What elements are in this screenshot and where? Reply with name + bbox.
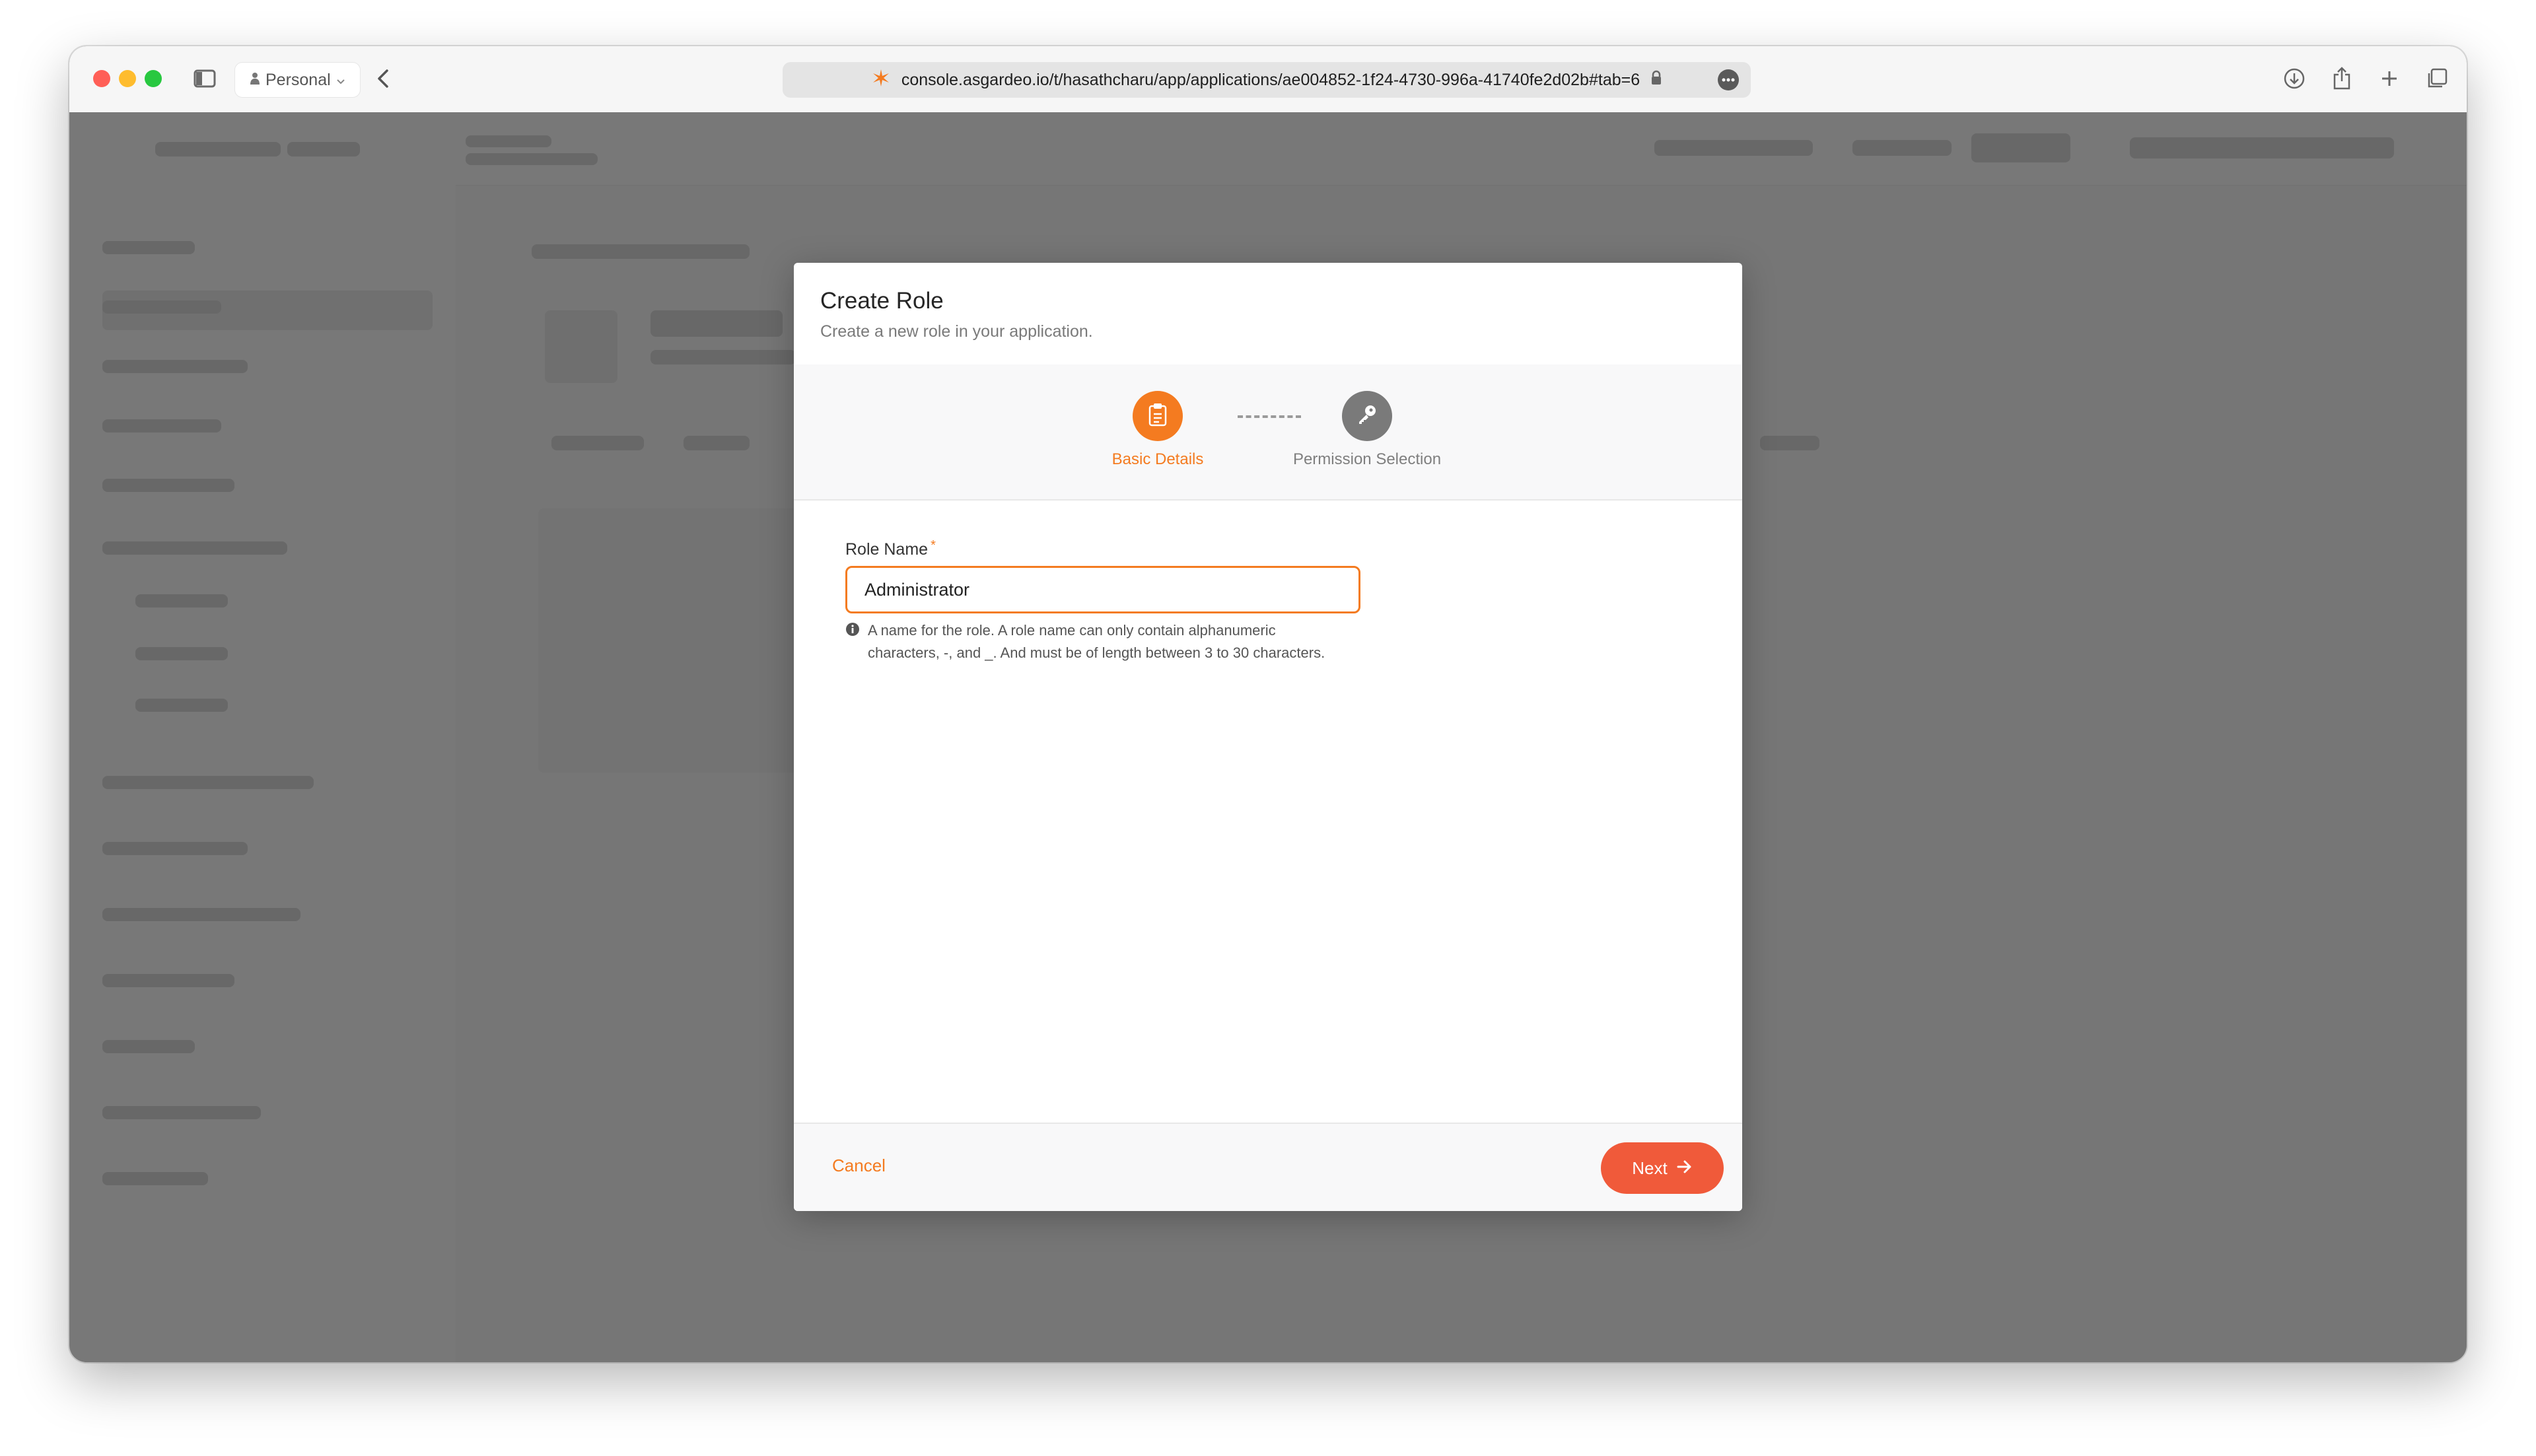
role-name-hint-text: A name for the role. A role name can onl… bbox=[868, 622, 1325, 661]
next-button-label: Next bbox=[1632, 1158, 1668, 1178]
share-icon[interactable] bbox=[2327, 63, 2357, 94]
wizard-steps: Basic Details Permission Selection bbox=[794, 364, 1742, 501]
profile-label: Personal bbox=[265, 70, 331, 89]
back-icon[interactable] bbox=[368, 63, 398, 94]
close-window-button[interactable] bbox=[93, 70, 110, 87]
key-icon bbox=[1355, 403, 1379, 430]
address-bar[interactable]: console.asgardeo.io/t/hasathcharu/app/ap… bbox=[783, 62, 1751, 98]
url-text: console.asgardeo.io/t/hasathcharu/app/ap… bbox=[901, 70, 1640, 89]
clipboard-icon bbox=[1147, 402, 1168, 431]
next-button[interactable]: Next bbox=[1601, 1142, 1724, 1194]
tab-overview-icon[interactable] bbox=[2422, 63, 2452, 94]
browser-toolbar: Personal console.asgardeo.io/t/hasathcha… bbox=[69, 46, 2467, 114]
profile-selector[interactable]: Personal bbox=[234, 62, 361, 98]
dialog-footer: Cancel Next bbox=[794, 1123, 1742, 1211]
maximize-window-button[interactable] bbox=[145, 70, 162, 87]
browser-window: Personal console.asgardeo.io/t/hasathcha… bbox=[69, 46, 2467, 1362]
chevron-down-icon bbox=[336, 71, 345, 90]
dialog-header: Create Role Create a new role in your ap… bbox=[794, 263, 1742, 366]
person-icon bbox=[250, 71, 260, 90]
step-permission-selection-label: Permission Selection bbox=[1292, 450, 1442, 468]
new-tab-icon[interactable] bbox=[2374, 63, 2405, 94]
step-connector bbox=[1238, 415, 1301, 418]
lock-icon bbox=[1650, 70, 1662, 90]
role-name-hint: A name for the role. A role name can onl… bbox=[845, 619, 1347, 664]
required-mark: * bbox=[931, 538, 936, 553]
role-name-label-text: Role Name bbox=[845, 540, 929, 559]
site-favicon-icon bbox=[871, 68, 891, 92]
step-basic-details[interactable] bbox=[1133, 391, 1183, 441]
more-options-icon[interactable] bbox=[1718, 69, 1739, 90]
cancel-button[interactable]: Cancel bbox=[832, 1156, 886, 1176]
role-name-input[interactable] bbox=[845, 566, 1360, 613]
role-name-label: Role Name * bbox=[845, 538, 936, 559]
info-icon bbox=[845, 622, 860, 664]
step-permission-selection[interactable] bbox=[1342, 391, 1392, 441]
minimize-window-button[interactable] bbox=[119, 70, 136, 87]
dialog-title: Create Role bbox=[820, 288, 944, 314]
step-basic-details-label: Basic Details bbox=[1111, 450, 1204, 468]
download-icon[interactable] bbox=[2279, 63, 2309, 94]
dialog-subtitle: Create a new role in your application. bbox=[820, 322, 1093, 341]
sidebar-toggle-icon[interactable] bbox=[190, 63, 220, 94]
arrow-right-icon bbox=[1677, 1158, 1693, 1179]
create-role-dialog: Create Role Create a new role in your ap… bbox=[794, 263, 1742, 1211]
